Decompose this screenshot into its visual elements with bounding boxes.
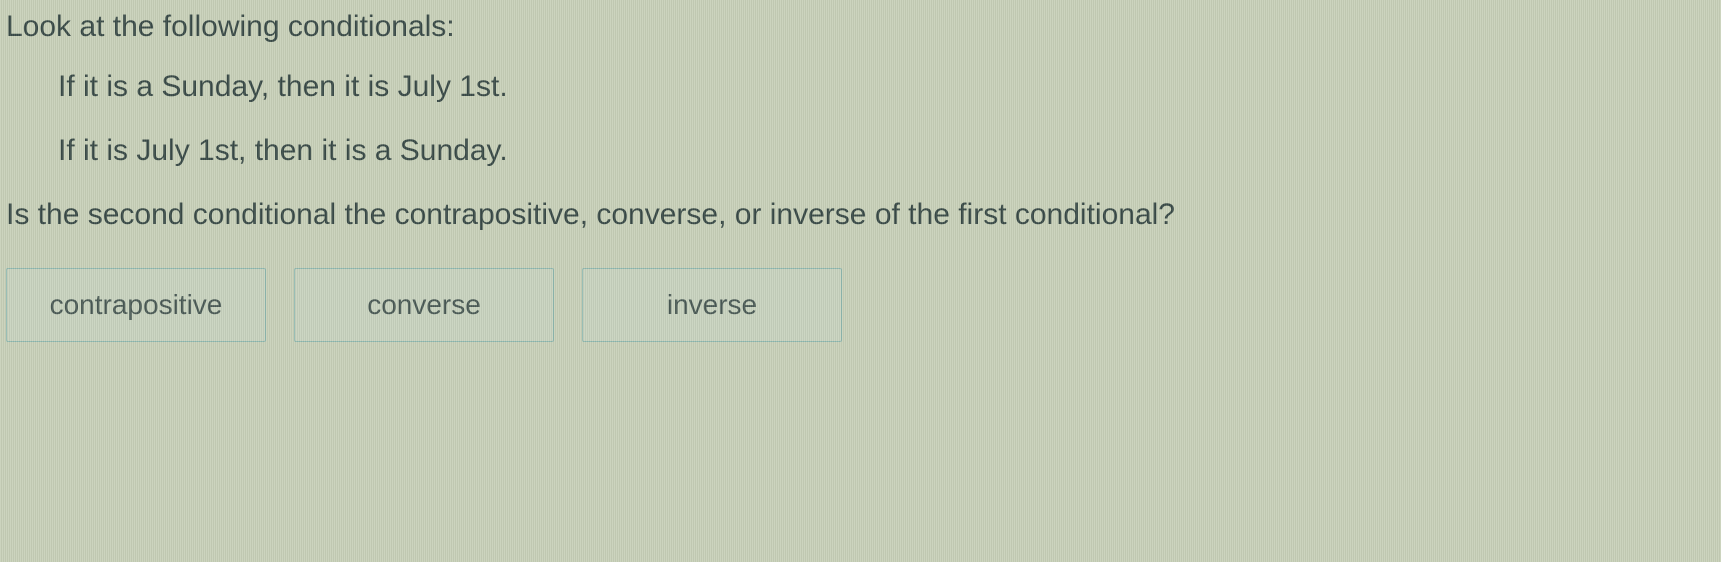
options-row: contrapositive converse inverse [0, 268, 1721, 342]
question-panel: Look at the following conditionals: If i… [0, 0, 1721, 562]
question-text: Is the second conditional the contraposi… [0, 198, 1721, 232]
option-converse-button[interactable]: converse [294, 268, 554, 342]
conditional-2: If it is July 1st, then it is a Sunday. [58, 134, 1721, 168]
conditional-1: If it is a Sunday, then it is July 1st. [58, 70, 1721, 104]
prompt-text: Look at the following conditionals: [0, 10, 1721, 44]
option-contrapositive-button[interactable]: contrapositive [6, 268, 266, 342]
option-inverse-button[interactable]: inverse [582, 268, 842, 342]
conditionals-block: If it is a Sunday, then it is July 1st. … [0, 70, 1721, 168]
